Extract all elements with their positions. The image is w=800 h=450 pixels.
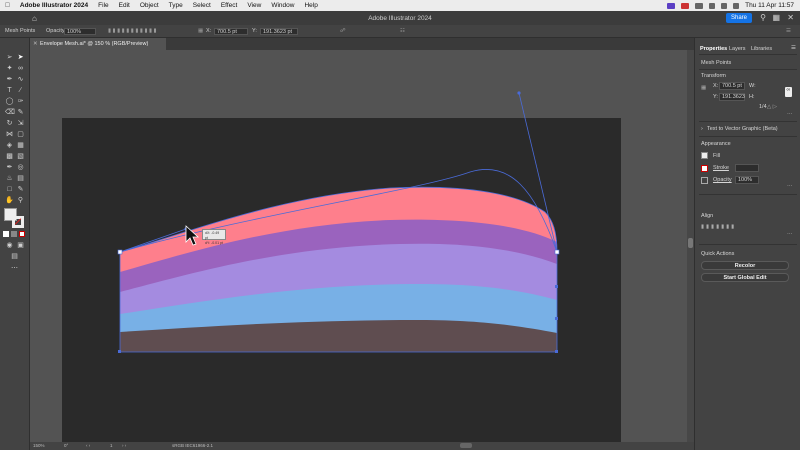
anchor-point[interactable]	[555, 317, 558, 320]
selection-type: Mesh Points	[701, 60, 732, 66]
appearance-title: Appearance	[701, 141, 731, 147]
opacity-icon	[701, 177, 708, 184]
tooltip-dx: dX: -0.49 pt	[205, 231, 220, 240]
properties-panel: Properties Layers Libraries ☰ Mesh Point…	[694, 38, 800, 450]
tab-libraries[interactable]: Libraries	[751, 46, 772, 52]
color-profile: sRGB IEC61966-2.1	[172, 443, 214, 448]
transform-ratio: 1/4	[759, 104, 767, 110]
transform-more-icon[interactable]: ⋯	[787, 112, 793, 118]
tab-properties[interactable]: Properties	[700, 46, 727, 52]
anchor-point[interactable]	[118, 350, 121, 353]
align-title: Align	[701, 213, 714, 219]
transform-y-label: Y:	[713, 94, 718, 100]
appearance-more-icon[interactable]: ⋯	[787, 184, 793, 190]
transform-y-field[interactable]: 191.3623	[719, 93, 745, 101]
artboard-nav-icons[interactable]: ‹ ‹	[86, 443, 90, 448]
envelope-mesh-artwork[interactable]	[0, 0, 800, 450]
fill-label: Fill	[713, 153, 721, 159]
artboard-number[interactable]: 1	[110, 443, 113, 448]
constrain-proportions-icon[interactable]: ∞	[785, 87, 792, 97]
mesh-handle-point[interactable]	[517, 91, 521, 95]
chevron-right-icon[interactable]: ›	[701, 126, 703, 132]
horizontal-scroll-thumb[interactable]	[460, 443, 472, 448]
vertical-scroll-thumb[interactable]	[688, 238, 693, 248]
stroke-label[interactable]: Stroke	[713, 165, 729, 171]
drag-tooltip: dX: -0.49 pt dY: -0.01 pt	[202, 229, 226, 245]
fill-swatch-panel[interactable]	[701, 152, 708, 159]
tooltip-dy: dY: -0.01 pt	[205, 241, 223, 245]
recolor-button[interactable]: Recolor	[701, 261, 789, 270]
anchor-point[interactable]	[555, 350, 558, 353]
opacity-field-panel[interactable]: 100%	[735, 176, 759, 184]
align-more-icon[interactable]: ⋯	[787, 232, 793, 238]
quick-actions-title: Quick Actions	[701, 251, 735, 257]
stroke-swatch-panel[interactable]	[701, 165, 708, 172]
flip-icons[interactable]: △ ▷	[767, 104, 777, 110]
transform-w-label: W:	[749, 83, 756, 89]
tab-layers[interactable]: Layers	[729, 46, 746, 52]
zoom-level[interactable]: 150%	[33, 443, 45, 448]
anchor-point[interactable]	[555, 285, 558, 288]
transform-h-label: H:	[749, 94, 755, 100]
transform-x-label: X:	[713, 83, 719, 89]
global-edit-button[interactable]: Start Global Edit	[701, 273, 789, 282]
panel-menu-icon[interactable]: ☰	[791, 45, 796, 51]
anchor-point[interactable]	[554, 249, 560, 255]
artboard-nav-next-icons[interactable]: › ›	[122, 443, 126, 448]
align-buttons[interactable]: ▮▮▮▮▮▮▮	[701, 224, 736, 230]
text-to-vector-label[interactable]: Text to Vector Graphic (Beta)	[707, 126, 778, 132]
status-bar: 150% 0° ‹ ‹ 1 › › sRGB IEC61966-2.1	[30, 442, 694, 450]
rotation-angle[interactable]: 0°	[64, 443, 68, 448]
stroke-weight-field[interactable]	[735, 164, 759, 172]
transform-x-field[interactable]: 700.5 pt	[719, 82, 745, 90]
transform-title: Transform	[701, 73, 726, 79]
reference-point-icon[interactable]: ▦	[701, 85, 706, 91]
anchor-point[interactable]	[117, 249, 123, 255]
opacity-label-panel[interactable]: Opacity	[713, 177, 732, 183]
